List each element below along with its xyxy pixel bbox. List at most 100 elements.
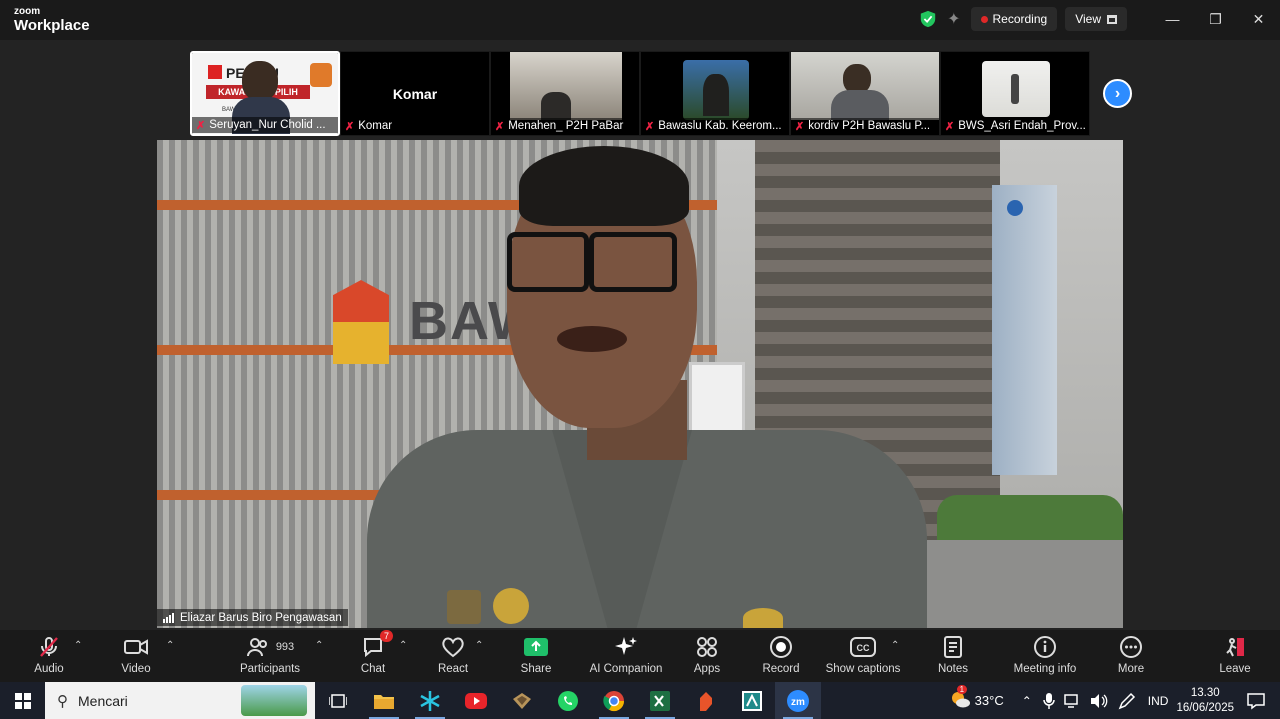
meeting-info-button[interactable]: Meeting info (1010, 634, 1080, 680)
ai-sparkle-icon[interactable]: ✦ (947, 9, 960, 29)
windows-taskbar: ⚲ Mencari zm 1 33°C ⌃ IND 13.30 16/06/20… (0, 682, 1280, 719)
record-icon (770, 636, 792, 658)
apps-icon (697, 637, 717, 657)
search-highlight-icon (241, 685, 307, 716)
svg-text:zm: zm (791, 697, 805, 708)
react-options-caret-icon[interactable]: ⌃ (475, 640, 483, 651)
taskbar-clock[interactable]: 13.30 16/06/2025 (1176, 686, 1234, 716)
participant-tile-2[interactable]: Komar ✗ Komar (340, 51, 490, 136)
book-app[interactable] (499, 682, 545, 719)
pen-icon[interactable] (1118, 692, 1136, 710)
network-icon[interactable] (1064, 693, 1082, 708)
more-button[interactable]: More (1114, 634, 1148, 680)
zoom-icon: zm (787, 689, 809, 712)
captions-options-caret-icon[interactable]: ⌃ (891, 640, 899, 651)
chrome-app[interactable] (591, 682, 637, 719)
file-explorer-app[interactable] (361, 682, 407, 719)
weather-temp: 33°C (974, 693, 1004, 708)
view-label: View (1075, 12, 1101, 26)
participant-name-1: ✗ Seruyan_Nur Cholid ... (192, 117, 338, 133)
pdf-icon (700, 691, 712, 711)
whatsapp-app[interactable] (545, 682, 591, 719)
microphone-icon[interactable] (1042, 692, 1056, 710)
ai-sparkle-icon (615, 637, 637, 655)
trees (937, 495, 1123, 545)
recording-indicator[interactable]: Recording (970, 7, 1058, 31)
video-button[interactable]: Video (116, 634, 156, 680)
encryption-shield-icon[interactable] (919, 10, 937, 28)
title-bar: zoom Workplace ✦ Recording View — ❐ ✕ (0, 0, 1280, 40)
bluetooth-app[interactable] (407, 682, 453, 719)
next-page-arrow-icon[interactable]: › (1103, 79, 1132, 108)
participants-count: 993 (275, 641, 295, 653)
restore-button[interactable]: ❐ (1194, 11, 1237, 28)
video-options-caret-icon[interactable]: ⌃ (166, 640, 174, 651)
windows-start-button[interactable] (0, 682, 45, 719)
view-button[interactable]: View (1065, 7, 1127, 31)
chart-app-icon (742, 690, 762, 711)
person-silhouette (703, 74, 729, 116)
pdf-app[interactable] (683, 682, 729, 719)
participant-tile-6[interactable]: ✗ BWS_Asri Endah_Prov... (940, 51, 1090, 136)
glass-tower (992, 185, 1057, 475)
chat-button[interactable]: 7 Chat (356, 630, 393, 680)
participant-tile-1[interactable]: PEMILU KAWAL HAK PILIH BAWASLU SERUYAN ✗… (190, 51, 340, 136)
clock-time: 13.30 (1190, 686, 1220, 699)
captions-label: Show captions (825, 663, 901, 675)
publisher-app[interactable] (729, 682, 775, 719)
participant-tile-3[interactable]: ✗ Menahen_ P2H PaBar (490, 51, 640, 136)
notification-icon[interactable] (1246, 692, 1266, 710)
task-view-button[interactable] (315, 682, 361, 719)
chrome-icon (603, 690, 625, 711)
video-label: Video (121, 663, 151, 675)
notes-button[interactable]: Notes (936, 634, 970, 680)
search-icon: ⚲ (57, 692, 68, 710)
participant-tile-5[interactable]: ✗ kordiv P2H Bawaslu P... (790, 51, 940, 136)
windows-logo-icon (14, 692, 31, 709)
search-placeholder: Mencari (78, 692, 128, 709)
react-button[interactable]: React (436, 634, 470, 680)
audio-button[interactable]: Audio (30, 634, 68, 680)
recording-label: Recording (992, 12, 1048, 26)
record-button[interactable]: Record (762, 634, 800, 680)
meeting-toolbar: Audio ⌃ Video ⌃ 993 Participants ⌃ 7 Cha… (0, 630, 1280, 682)
audio-options-caret-icon[interactable]: ⌃ (74, 640, 82, 651)
system-tray: 1 33°C ⌃ IND 13.30 16/06/2025 (949, 682, 1280, 719)
main-speaker-video[interactable]: BAWASLU (157, 140, 1123, 628)
taskbar-search-box[interactable]: ⚲ Mencari (45, 682, 315, 719)
ai-companion-button[interactable]: AI Companion (588, 634, 664, 680)
language-indicator[interactable]: IND (1148, 694, 1169, 708)
muted-mic-icon: ✗ (495, 120, 505, 133)
record-label: Record (762, 663, 800, 675)
chat-options-caret-icon[interactable]: ⌃ (399, 640, 407, 651)
participants-options-caret-icon[interactable]: ⌃ (315, 640, 323, 651)
more-label: More (1117, 663, 1145, 675)
apps-label: Apps (693, 663, 721, 675)
weather-widget[interactable]: 1 (949, 685, 971, 712)
speaker-volume-icon[interactable] (1090, 693, 1108, 709)
apps-button[interactable]: Apps (690, 634, 724, 680)
person-head (242, 61, 278, 101)
zoom-app[interactable]: zm (775, 682, 821, 719)
close-button[interactable]: ✕ (1237, 11, 1280, 28)
participants-button[interactable]: 993 Participants (238, 634, 302, 680)
minimize-button[interactable]: — (1151, 11, 1194, 27)
person-silhouette (1011, 74, 1019, 104)
share-button[interactable]: Share (518, 634, 554, 680)
notes-icon (944, 636, 962, 658)
share-label: Share (520, 663, 552, 675)
excel-app[interactable] (637, 682, 683, 719)
video-camera-icon (124, 639, 148, 655)
react-label: React (437, 663, 469, 675)
youtube-app[interactable] (453, 682, 499, 719)
leave-button[interactable]: Leave (1218, 634, 1252, 680)
glasses-icon (507, 232, 589, 292)
leave-label: Leave (1219, 663, 1251, 675)
grid-icon (1107, 14, 1117, 24)
participant-tile-4[interactable]: ✗ Bawaslu Kab. Keerom... (640, 51, 790, 136)
chat-unread-badge: 7 (379, 630, 393, 642)
kpu-logo-icon (208, 65, 222, 79)
logo-big: Workplace (14, 17, 90, 34)
muted-microphone-icon (40, 637, 58, 657)
chevron-up-icon[interactable]: ⌃ (1022, 694, 1032, 708)
